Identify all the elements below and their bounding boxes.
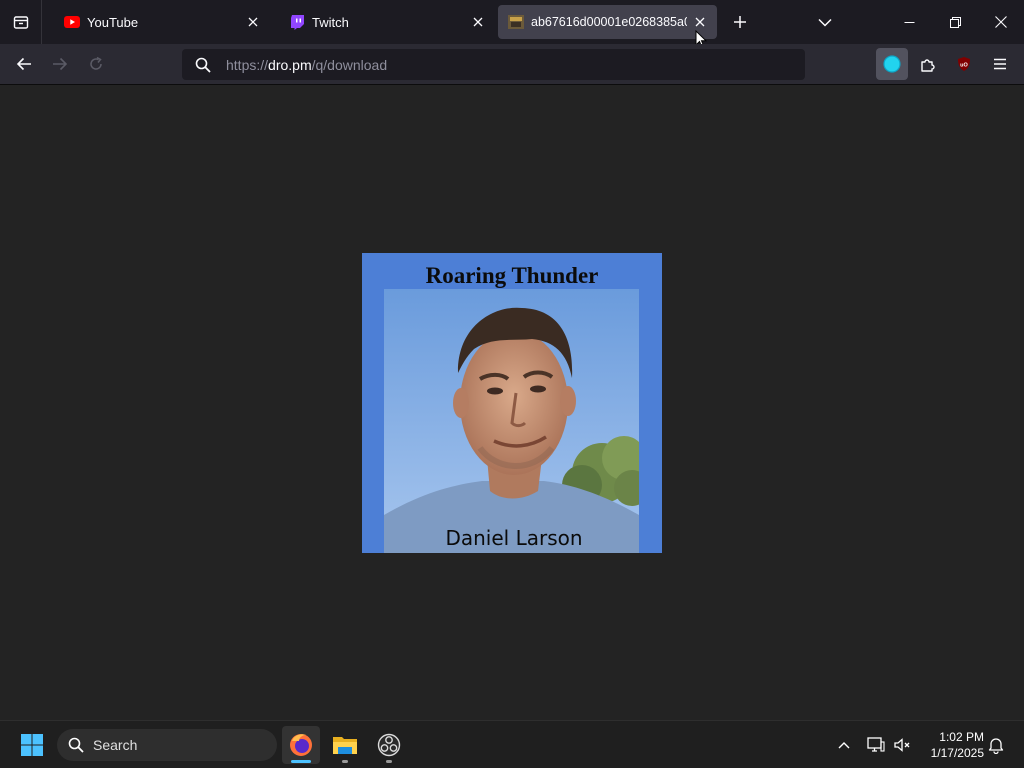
close-icon [995, 16, 1007, 28]
arrow-right-icon [53, 57, 68, 71]
taskbar-search-placeholder: Search [93, 737, 138, 753]
bell-icon [988, 738, 1004, 754]
plus-icon [734, 16, 746, 28]
portrait-illustration: Roaring Thunder Daniel Larson [362, 253, 662, 553]
running-app-indicator [386, 760, 392, 763]
cover-title: Roaring Thunder [426, 263, 599, 288]
network-status-button[interactable] [861, 726, 891, 764]
hamburger-menu-icon [994, 58, 1006, 70]
url-text: https://dro.pm/q/download [226, 57, 387, 73]
windows-logo-icon [21, 734, 43, 756]
network-monitor-icon [867, 737, 885, 752]
firefox-view-button[interactable] [0, 0, 42, 44]
show-hidden-icons-button[interactable] [827, 726, 861, 764]
firefox-icon [290, 734, 312, 756]
notifications-button[interactable] [983, 726, 1009, 764]
clock-date: 1/17/2025 [930, 746, 984, 760]
close-window-button[interactable] [978, 0, 1024, 44]
taskbar-file-explorer[interactable] [326, 726, 364, 764]
cover-artist-name: Daniel Larson [445, 526, 582, 550]
system-clock[interactable]: 1:02 PM 1/17/2025 [918, 729, 984, 761]
reload-button[interactable] [80, 48, 112, 80]
url-path: /q/download [311, 56, 388, 73]
url-host: dro.pm [268, 56, 312, 73]
close-tab-icon[interactable] [240, 9, 266, 35]
album-cover-image: Roaring Thunder Daniel Larson [362, 253, 662, 553]
extensions-button[interactable] [912, 48, 944, 80]
tab-image-active[interactable]: ab67616d00001e0268385a015 [498, 5, 717, 39]
clock-time: 1:02 PM [939, 730, 984, 744]
tab-title: YouTube [87, 14, 139, 30]
ublock-origin-button[interactable]: uO [948, 48, 980, 80]
start-button[interactable] [13, 726, 51, 764]
application-menu-button[interactable] [984, 48, 1016, 80]
close-tab-icon[interactable] [465, 9, 491, 35]
forward-button[interactable] [44, 48, 76, 80]
volume-muted-icon [894, 738, 910, 752]
svg-text:uO: uO [960, 63, 968, 69]
url-scheme: https:// [226, 56, 269, 73]
arrow-left-icon [16, 57, 31, 71]
obs-icon [377, 733, 401, 757]
tab-twitch[interactable]: Twitch [275, 5, 495, 39]
puzzle-piece-icon [921, 59, 935, 72]
firefox-view-icon [13, 16, 28, 29]
twitch-icon [289, 14, 305, 30]
minimize-button[interactable] [886, 0, 932, 44]
back-button[interactable] [8, 48, 40, 80]
taskbar-obs-studio[interactable] [370, 726, 408, 764]
volume-button[interactable] [889, 726, 915, 764]
folder-icon [333, 737, 357, 754]
tab-bar: YouTube Twitch ab67616d00001e0268385a015 [0, 0, 1024, 49]
profile-circle-icon [883, 55, 901, 73]
restore-button[interactable] [932, 0, 978, 44]
restore-icon [949, 16, 961, 28]
minimize-icon [904, 21, 914, 23]
tab-title: Twitch [312, 14, 349, 30]
youtube-icon [64, 14, 80, 30]
address-bar[interactable]: https://dro.pm/q/download [182, 49, 805, 80]
active-app-indicator [291, 760, 311, 763]
taskbar-firefox[interactable] [282, 726, 320, 764]
windows-taskbar: Search 1:02 PM 1/17/2025 [0, 720, 1024, 768]
chevron-down-icon [818, 18, 832, 27]
page-content: Roaring Thunder Daniel Larson [0, 85, 1024, 720]
ublock-shield-icon: uO [958, 57, 970, 71]
list-all-tabs-button[interactable] [802, 0, 848, 44]
search-icon [68, 737, 84, 753]
navigation-toolbar: https://dro.pm/q/download uO [0, 44, 1024, 85]
search-icon [195, 57, 211, 73]
new-tab-button[interactable] [717, 0, 763, 44]
account-button[interactable] [876, 48, 908, 80]
tab-title: ab67616d00001e0268385a015 [531, 15, 687, 29]
reload-icon [90, 56, 102, 70]
chevron-up-icon [838, 742, 850, 749]
tab-youtube[interactable]: YouTube [50, 5, 270, 39]
taskbar-search-box[interactable]: Search [57, 729, 277, 761]
image-thumbnail-icon [508, 14, 524, 30]
running-app-indicator [342, 760, 348, 763]
